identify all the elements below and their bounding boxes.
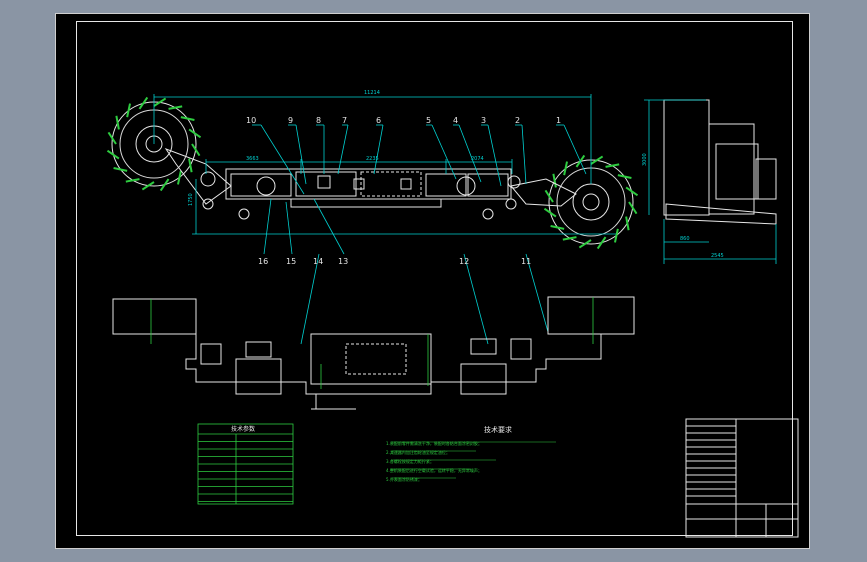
dim-right-span: 2074 bbox=[471, 156, 484, 162]
note-2: 2.减速器内加注齿轮油至规定油位； bbox=[386, 449, 450, 455]
callout-9: 9 bbox=[288, 116, 293, 125]
title-block bbox=[685, 418, 799, 538]
callout-6: 6 bbox=[376, 116, 381, 125]
callout-12: 12 bbox=[459, 257, 469, 266]
left-ranging-arm bbox=[164, 147, 232, 205]
spec-table bbox=[197, 423, 294, 505]
callout-11: 11 bbox=[521, 257, 531, 266]
callout-10: 10 bbox=[246, 116, 256, 125]
note-4: 4.整机装配后进行空载试验，运转平稳，无异常噪声； bbox=[386, 467, 482, 473]
dim-side-width-b: 2545 bbox=[711, 253, 724, 259]
dimension-lines bbox=[153, 94, 616, 345]
spec-table-title: 技术参数 bbox=[231, 425, 255, 433]
callout-14: 14 bbox=[313, 257, 323, 266]
dim-side-width-a: 860 bbox=[680, 236, 690, 242]
callout-5: 5 bbox=[426, 116, 431, 125]
note-3: 3.各螺栓按规定力矩拧紧； bbox=[386, 458, 434, 464]
callout-2: 2 bbox=[515, 116, 520, 125]
shearer-body bbox=[225, 168, 512, 220]
dim-left-span: 3663 bbox=[246, 156, 259, 162]
drawing-frame: 10 9 8 7 6 5 4 3 2 1 16 15 14 13 12 11 1… bbox=[55, 13, 810, 549]
note-5: 5.外表面涂防锈漆； bbox=[386, 476, 422, 482]
cad-drawing: 10 9 8 7 6 5 4 3 2 1 16 15 14 13 12 11 1… bbox=[106, 90, 799, 538]
dim-overall: 11214 bbox=[364, 90, 380, 96]
plan-view bbox=[112, 296, 635, 410]
callout-1: 1 bbox=[556, 116, 561, 125]
callout-7: 7 bbox=[342, 116, 347, 125]
side-view bbox=[644, 99, 777, 264]
note-1: 1.装配前零件需清洗干净，装配时各结合面涂密封胶； bbox=[386, 440, 482, 446]
callout-3: 3 bbox=[481, 116, 486, 125]
callout-15: 15 bbox=[286, 257, 296, 266]
callout-4: 4 bbox=[453, 116, 458, 125]
right-ranging-arm bbox=[510, 178, 577, 207]
callout-13: 13 bbox=[338, 257, 348, 266]
dim-mid-span: 2235 bbox=[366, 156, 379, 162]
notes-title: 技术要求 bbox=[484, 425, 512, 434]
dim-height-left: 1750 bbox=[188, 193, 194, 206]
callout-8: 8 bbox=[316, 116, 321, 125]
callout-16: 16 bbox=[258, 257, 268, 266]
dim-side-height: 3000 bbox=[642, 153, 648, 166]
